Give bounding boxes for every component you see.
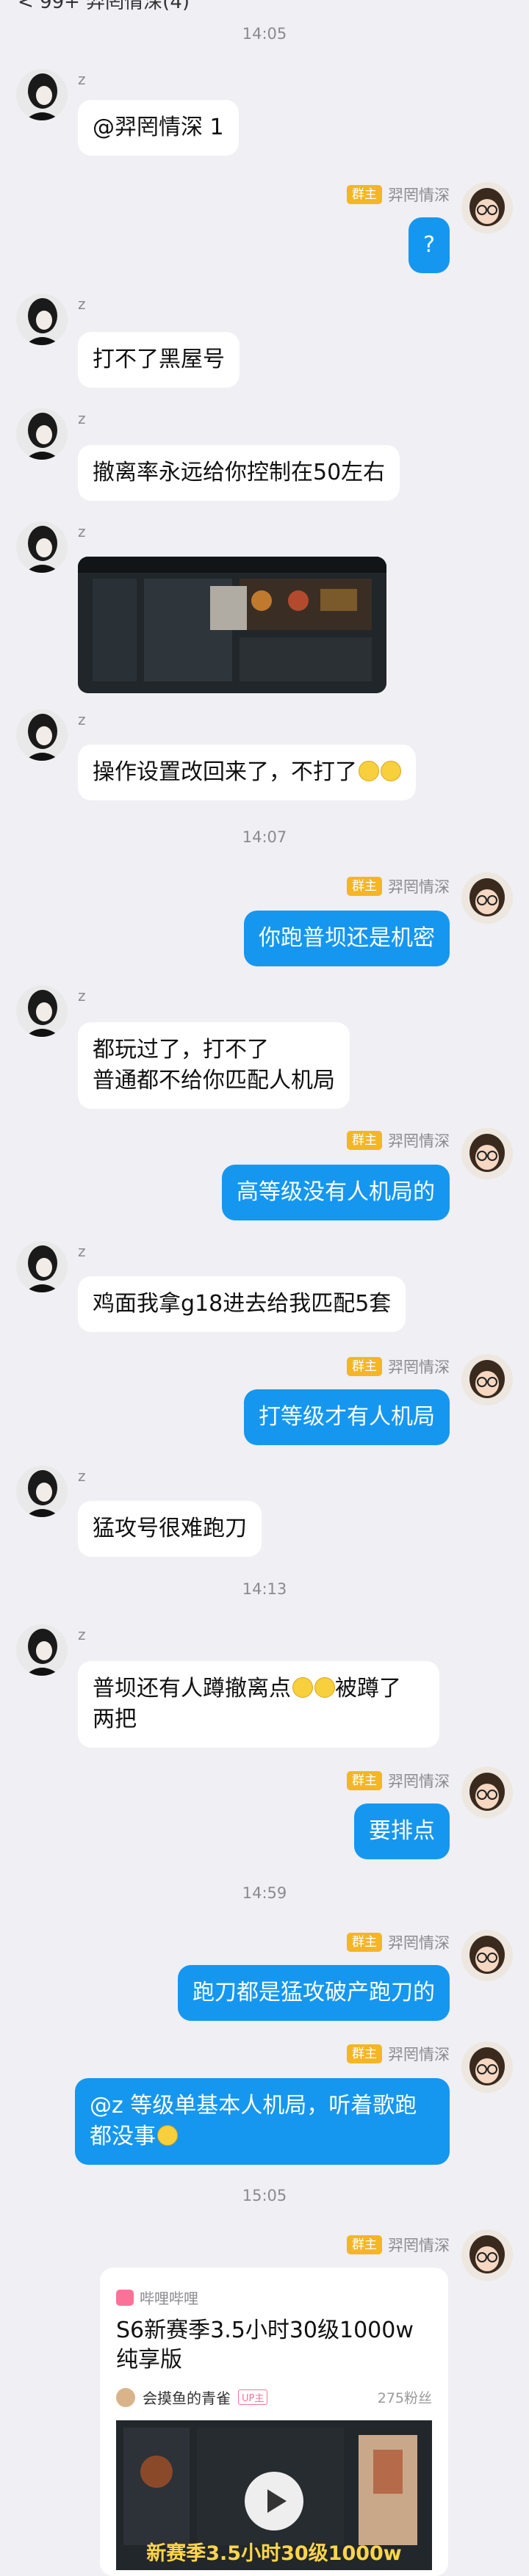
avatar-z[interactable] (16, 1624, 68, 1676)
sender-name: z (78, 410, 86, 427)
message-bubble[interactable]: 撤离率永远给你控制在50左右 (78, 445, 400, 501)
sender-name: z (78, 70, 86, 88)
sender-info: 群主 羿罔情深 (347, 1129, 450, 1151)
uploader-tag: UP主 (238, 2389, 268, 2405)
message-bubble[interactable]: 打等级才有人机局 (244, 1389, 450, 1445)
timestamp: 14:05 (242, 25, 287, 43)
avatar-z[interactable] (16, 1241, 68, 1292)
avatar-me[interactable] (461, 182, 513, 234)
uploader-name: 会摸鱼的青雀 (143, 2389, 231, 2407)
avatar-me[interactable] (461, 2229, 513, 2281)
avatar-me[interactable] (461, 872, 513, 924)
chat-title[interactable]: < 99+ 羿罔情深(4) (18, 0, 190, 10)
sender-name: z (78, 987, 86, 1005)
message-bubble[interactable]: @羿罔情深 1 (78, 100, 239, 156)
video-cover[interactable]: 新赛季3.5小时30级1000w (116, 2420, 432, 2570)
avatar-z[interactable] (16, 408, 68, 460)
bilibili-icon (116, 2289, 134, 2306)
uploader-row: 会摸鱼的青雀 UP主 275粉丝 (116, 2387, 432, 2408)
avatar-me[interactable] (461, 2041, 513, 2093)
sender-name: 羿罔情深 (388, 878, 450, 896)
sender-name: 羿罔情深 (388, 1934, 450, 1952)
message-bubble[interactable]: 高等级没有人机局的 (222, 1165, 450, 1220)
sender-info: 群主 羿罔情深 (347, 2234, 450, 2256)
timestamp: 14:07 (242, 828, 287, 846)
owner-badge: 群主 (347, 185, 382, 204)
sender-name: 羿罔情深 (388, 1773, 450, 1790)
message-bubble[interactable]: 你跑普坝还是机密 (244, 911, 450, 966)
laughing-emoji-icon (314, 1677, 335, 1698)
game-screenshot (78, 557, 386, 693)
play-icon[interactable] (245, 2472, 303, 2530)
message-bubble[interactable]: 普坝还有人蹲撤离点 被蹲了 两把 (78, 1661, 439, 1748)
laughing-emoji-icon (292, 1677, 313, 1698)
sender-name: z (78, 523, 86, 540)
source-name: 哔哩哔哩 (140, 2290, 198, 2307)
avatar-z[interactable] (16, 985, 68, 1037)
avatar-z[interactable] (16, 709, 68, 761)
avatar-me[interactable] (461, 1128, 513, 1179)
avatar-z[interactable] (16, 294, 68, 345)
sender-name: z (78, 1242, 86, 1260)
avatar-me[interactable] (461, 1354, 513, 1405)
owner-badge: 群主 (347, 1357, 382, 1376)
top-bar: < 99+ 羿罔情深(4) (0, 0, 529, 10)
message-bubble[interactable]: 跑刀都是猛攻破产跑刀的 (178, 1965, 450, 2021)
sender-info: 群主 羿罔情深 (347, 1931, 450, 1953)
owner-badge: 群主 (347, 1771, 382, 1790)
image-message[interactable] (78, 557, 386, 693)
message-text: @z 等级单基本人机局，听着歌跑 都没事 (90, 2093, 417, 2149)
message-bubble[interactable]: ? (409, 217, 450, 273)
message-text: 普坝还有人蹲撤离点 (93, 1676, 291, 1701)
sender-info: 群主 羿罔情深 (347, 1356, 450, 1378)
avatar-me[interactable] (461, 1930, 513, 1981)
owner-badge: 群主 (347, 877, 382, 896)
uploader-avatar (116, 2387, 135, 2407)
sender-name: 羿罔情深 (388, 2046, 450, 2063)
sender-name: z (78, 1467, 86, 1485)
share-source: 哔哩哔哩 (116, 2287, 198, 2308)
sender-name: z (78, 711, 86, 728)
sender-info: 群主 羿罔情深 (347, 1770, 450, 1792)
message-bubble[interactable]: 要排点 (354, 1803, 450, 1859)
owner-badge: 群主 (347, 2235, 382, 2254)
sender-name: 羿罔情深 (388, 2237, 450, 2254)
message-bubble[interactable]: 操作设置改回来了，不打了 (78, 745, 416, 800)
message-text: 操作设置改回来了，不打了 (93, 759, 357, 785)
avatar-me[interactable] (461, 1767, 513, 1818)
sender-name: z (78, 1626, 86, 1643)
owner-badge: 群主 (347, 1933, 382, 1952)
cover-caption: 新赛季3.5小时30级1000w (146, 2542, 402, 2565)
timestamp: 14:59 (242, 1884, 287, 1902)
sender-info: 群主 羿罔情深 (347, 2043, 450, 2065)
sender-name: 羿罔情深 (388, 1132, 450, 1150)
avatar-z[interactable] (16, 521, 68, 573)
fan-count: 275粉丝 (377, 2390, 432, 2406)
sender-name: z (78, 295, 86, 313)
avatar-z[interactable] (16, 1466, 68, 1517)
sender-info: 群主 羿罔情深 (347, 184, 450, 206)
owner-badge: 群主 (347, 2044, 382, 2063)
emoji-icon (359, 761, 379, 781)
message-bubble[interactable]: 打不了黑屋号 (78, 332, 240, 388)
video-title: S6新赛季3.5小时30级1000w纯享版 (116, 2318, 414, 2373)
message-bubble[interactable]: 都玩过了，打不了 普通都不给你匹配人机局 (78, 1022, 350, 1109)
emoji-icon (381, 761, 401, 781)
timestamp: 14:13 (242, 1580, 287, 1598)
sender-name: 羿罔情深 (388, 1358, 450, 1376)
sender-name: 羿罔情深 (388, 187, 450, 204)
timestamp: 15:05 (242, 2187, 287, 2204)
video-share-card[interactable]: 哔哩哔哩 S6新赛季3.5小时30级1000w纯享版 会摸鱼的青雀 UP主 27… (100, 2268, 448, 2576)
message-bubble[interactable]: @z 等级单基本人机局，听着歌跑 都没事 (75, 2078, 450, 2165)
emoji-icon (157, 2125, 178, 2146)
message-bubble[interactable]: 鸡面我拿g18进去给我匹配5套 (78, 1276, 406, 1332)
avatar-z[interactable] (16, 69, 68, 120)
sender-info: 群主 羿罔情深 (347, 875, 450, 897)
owner-badge: 群主 (347, 1131, 382, 1150)
message-bubble[interactable]: 猛攻号很难跑刀 (78, 1501, 262, 1557)
